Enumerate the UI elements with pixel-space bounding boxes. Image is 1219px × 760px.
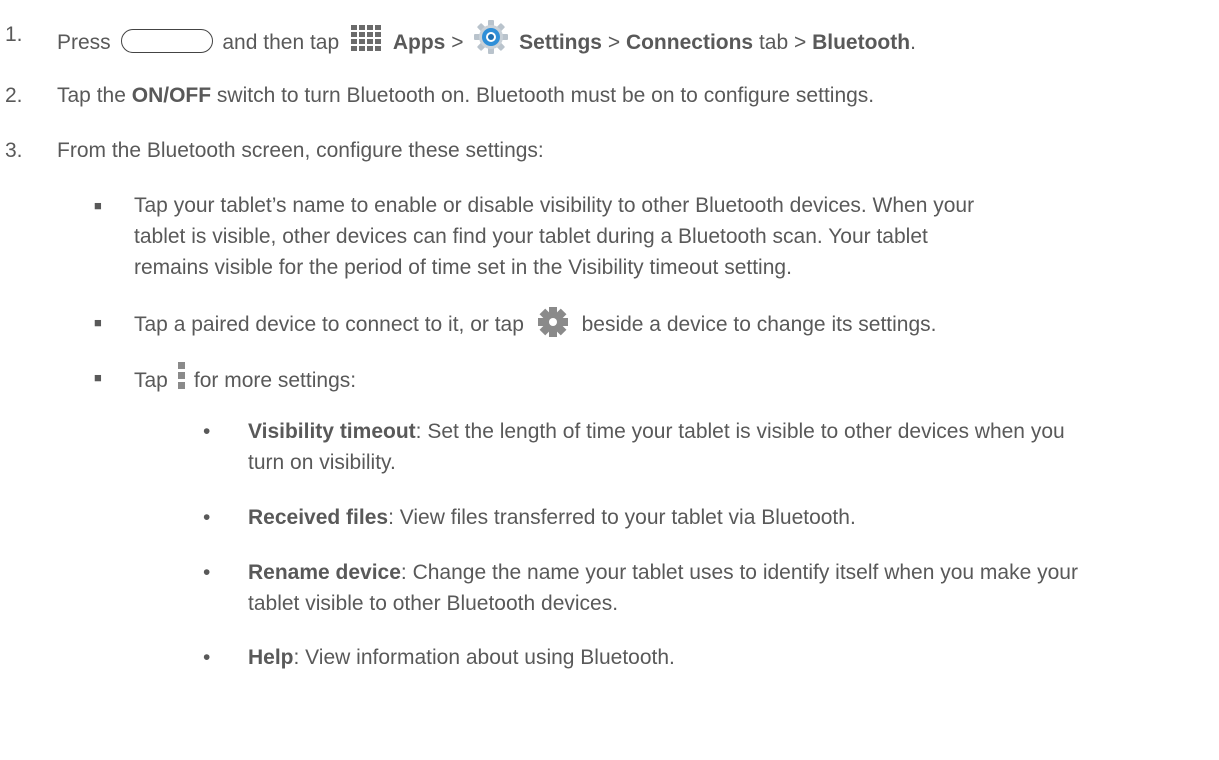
gear-icon xyxy=(536,307,570,346)
square-bullet: ■ xyxy=(94,315,102,330)
step-number: 3. xyxy=(5,139,23,162)
step-3-text: From the Bluetooth screen, configure the… xyxy=(57,139,544,162)
home-button-icon xyxy=(120,29,213,53)
menu-more-icon xyxy=(177,362,186,399)
dot-bullet: • xyxy=(203,561,211,584)
onoff-label: ON/OFF xyxy=(131,84,212,107)
apps-label: Apps xyxy=(392,31,446,54)
apps-grid-icon xyxy=(351,25,383,62)
square-bullet: ■ xyxy=(94,370,102,385)
step-number: 2. xyxy=(5,84,23,107)
step-2-text: Tap the ON/OFF switch to turn Bluetooth … xyxy=(57,84,875,107)
square-bullet: ■ xyxy=(94,198,102,213)
settings-icon xyxy=(473,19,509,64)
step-number: 1. xyxy=(5,23,23,46)
step-1-text: Press and then tap Apps > Settings > Con… xyxy=(57,19,916,64)
settings-label: Settings xyxy=(519,31,602,54)
dot-bullet: • xyxy=(203,646,211,669)
connections-label: Connections xyxy=(625,31,754,54)
bluetooth-label: Bluetooth xyxy=(812,31,911,54)
dot-bullet: • xyxy=(203,420,211,443)
dot-bullet: • xyxy=(203,506,211,529)
